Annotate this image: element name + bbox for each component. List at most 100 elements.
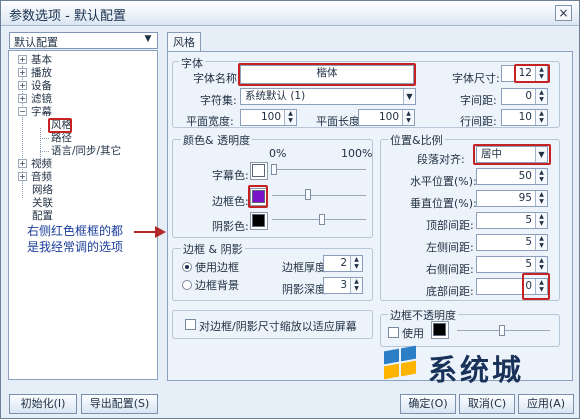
close-button[interactable]: × <box>555 5 572 21</box>
initialize-button[interactable]: 初始化(I) <box>9 394 77 414</box>
tree-item-config[interactable]: 配置 <box>32 210 53 223</box>
tree-item-path[interactable]: 路径 <box>51 132 72 145</box>
title-bar: 参数选项 - 默认配置 × <box>1 1 579 26</box>
tree-item-filter[interactable]: + 滤镜 <box>18 93 52 106</box>
horizontal-position-spinner[interactable]: 50 ▲ ▼ <box>476 168 548 185</box>
plane-width-value: 100 <box>260 111 281 123</box>
border-background-radio[interactable] <box>182 280 192 290</box>
opacity-checkbox[interactable] <box>388 327 399 338</box>
subtitle-opacity-slider[interactable] <box>272 169 366 170</box>
plane-length-spinner[interactable]: 100 ▲ ▼ <box>358 109 415 126</box>
tree-item-label: 基本 <box>31 54 52 66</box>
char-spacing-value: 0 <box>525 90 532 102</box>
tree-item-label: 配置 <box>32 210 53 222</box>
profile-select[interactable]: 默认配置 ▼ <box>9 32 158 49</box>
shadow-color-button[interactable] <box>250 212 268 230</box>
shadow-depth-spinner[interactable]: 3 ▲ ▼ <box>323 277 363 294</box>
tree-item-label: 字幕 <box>31 106 52 118</box>
char-spacing-spinner[interactable]: 0 ▲ ▼ <box>501 88 548 105</box>
border-opacity-slider[interactable] <box>272 195 366 196</box>
vertical-position-label: 垂直位置(%): <box>410 197 477 210</box>
tree-item-playback[interactable]: + 播放 <box>18 67 52 80</box>
apply-button[interactable]: 应用(A) <box>518 394 574 414</box>
top-margin-label: 顶部间距: <box>426 219 474 232</box>
expand-icon[interactable]: + <box>18 55 27 64</box>
spin-arrows-icon[interactable]: ▲ ▼ <box>535 110 547 125</box>
spin-arrows-icon[interactable]: ▲ ▼ <box>535 257 547 272</box>
scale-checkbox[interactable] <box>185 319 196 330</box>
spin-arrows-icon[interactable]: ▲ ▼ <box>350 256 362 271</box>
tree-item-label: 设备 <box>31 80 52 92</box>
spin-arrows-icon[interactable]: ▲ ▼ <box>350 278 362 293</box>
tree-item-video[interactable]: + 视频 <box>18 158 52 171</box>
watermark-text: 系统城 <box>428 353 525 387</box>
highlight-box <box>514 64 550 83</box>
plane-length-label: 平面长度: <box>316 115 364 128</box>
border-thickness-value: 2 <box>340 257 347 269</box>
tree-item-label: 视频 <box>31 158 52 170</box>
alignment-label: 段落对齐: <box>417 153 465 166</box>
expand-icon[interactable]: + <box>18 68 27 77</box>
spin-arrows-icon[interactable]: ▲ ▼ <box>284 110 296 125</box>
windows-logo-icon <box>384 345 420 380</box>
tree-item-subtitles[interactable]: − 字幕 <box>18 106 52 119</box>
tree-item-language-sync-other[interactable]: 语言/同步/其它 <box>51 145 121 158</box>
collapse-icon[interactable]: − <box>18 107 27 116</box>
opacity-color-button[interactable] <box>431 321 449 339</box>
border-thickness-spinner[interactable]: 2 ▲ ▼ <box>323 255 363 272</box>
ok-button[interactable]: 确定(O) <box>400 394 456 414</box>
right-margin-spinner[interactable]: 5 ▲ ▼ <box>476 256 548 273</box>
color-group-title: 颜色& 透明度 <box>181 132 253 148</box>
tree-item-basic[interactable]: + 基本 <box>18 54 52 67</box>
charset-value: 系统默认 (1) <box>245 90 306 102</box>
charset-select[interactable]: 系统默认 (1) ▼ <box>240 88 416 105</box>
tree-item-label: 音频 <box>31 171 52 183</box>
subtitle-color-label: 字幕色: <box>212 169 249 182</box>
expand-icon[interactable]: + <box>18 94 27 103</box>
top-margin-spinner[interactable]: 5 ▲ ▼ <box>476 212 548 229</box>
spin-arrows-icon[interactable]: ▲ ▼ <box>535 89 547 104</box>
chevron-down-icon: ▼ <box>403 89 415 104</box>
expand-icon[interactable]: + <box>18 172 27 181</box>
expand-icon[interactable]: + <box>18 81 27 90</box>
border-color-label: 边框色: <box>212 195 249 208</box>
slider-thumb[interactable] <box>319 214 325 225</box>
subtitle-color-button[interactable] <box>250 162 268 180</box>
opacity-hundred-label: 100% <box>341 147 373 160</box>
tree-item-device[interactable]: + 设备 <box>18 80 52 93</box>
scale-checkbox-label: 对边框/阴影尺寸缩放以适应屏幕 <box>199 320 357 333</box>
right-margin-label: 右侧间距: <box>426 263 474 276</box>
bottom-margin-label: 底部间距: <box>426 285 474 298</box>
slider-thumb[interactable] <box>271 164 277 175</box>
spin-arrows-icon[interactable]: ▲ ▼ <box>535 213 547 228</box>
slider-thumb[interactable] <box>305 189 311 200</box>
tree-item-association[interactable]: 关联 <box>32 197 53 210</box>
profile-select-value: 默认配置 <box>14 36 58 49</box>
spin-arrows-icon[interactable]: ▲ ▼ <box>535 169 547 184</box>
cancel-button[interactable]: 取消(C) <box>459 394 515 414</box>
spin-arrows-icon[interactable]: ▲ ▼ <box>402 110 414 125</box>
spin-arrows-icon[interactable]: ▲ ▼ <box>535 235 547 250</box>
border-background-label: 边框背景 <box>195 279 239 292</box>
tab-style[interactable]: 风格 <box>167 32 201 52</box>
use-border-radio[interactable] <box>182 262 192 272</box>
line-spacing-spinner[interactable]: 10 ▲ ▼ <box>501 109 548 126</box>
export-config-button[interactable]: 导出配置(S) <box>81 394 158 414</box>
left-margin-spinner[interactable]: 5 ▲ ▼ <box>476 234 548 251</box>
vertical-position-spinner[interactable]: 95 ▲ ▼ <box>476 190 548 207</box>
tree-item-label: 关联 <box>32 197 53 209</box>
shadow-color-swatch <box>252 214 265 227</box>
settings-tree[interactable]: + 基本 + 播放 + 设备 + 滤镜 − 字幕 风格 路径 语言/同步/其它 + 视频 +… <box>8 50 158 380</box>
slider-thumb[interactable] <box>499 325 505 336</box>
expand-icon[interactable]: + <box>18 159 27 168</box>
tree-item-label: 路径 <box>51 132 72 144</box>
tree-item-audio[interactable]: + 音频 <box>18 171 52 184</box>
tree-item-network[interactable]: 网络 <box>32 184 53 197</box>
window-title: 参数选项 - 默认配置 <box>9 9 126 24</box>
horizontal-position-label: 水平位置(%): <box>410 175 477 188</box>
spin-arrows-icon[interactable]: ▲ ▼ <box>535 191 547 206</box>
tree-item-label: 滤镜 <box>31 93 52 105</box>
annotation-line-2: 是我经常调的选项 <box>27 240 124 254</box>
horizontal-position-value: 50 <box>518 170 532 182</box>
plane-width-spinner[interactable]: 100 ▲ ▼ <box>240 109 297 126</box>
